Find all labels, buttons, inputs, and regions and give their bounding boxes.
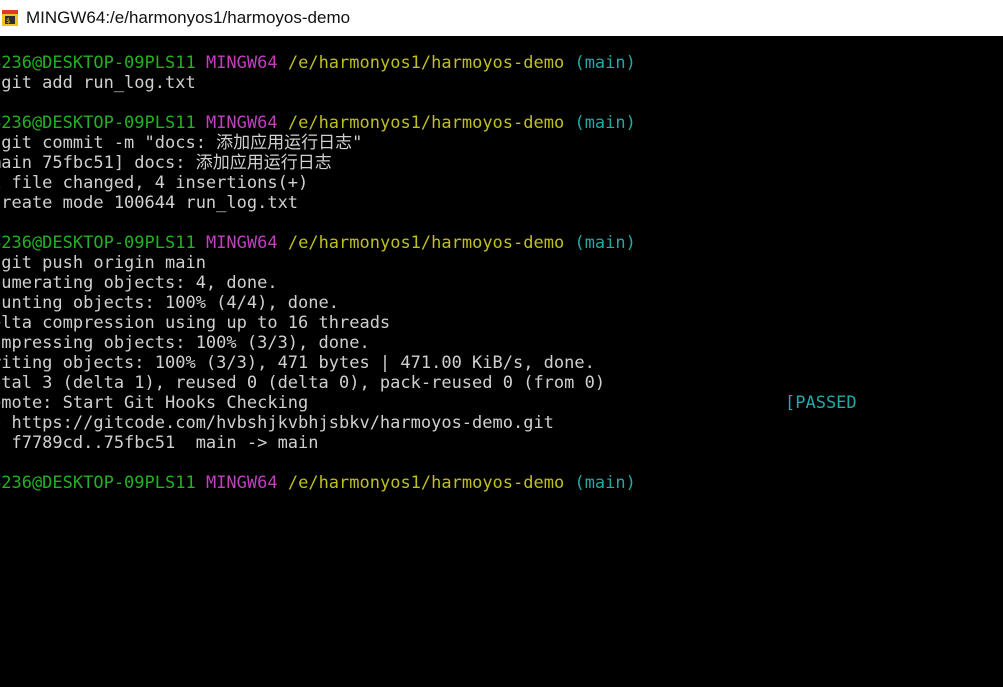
output-line: create mode 100644 run_log.txt [0,193,299,213]
prompt-user-host: 4236@DESKTOP-09PLS11 [0,473,196,493]
prompt-branch: (main) [574,233,636,253]
terminal-window: $ MINGW64:/e/harmonyos1/harmoyos-demo 42… [0,0,1003,687]
prompt-user-host: 4236@DESKTOP-09PLS11 [0,53,196,73]
output-line: 1 file changed, 4 insertions(+) [0,173,309,193]
prompt-path: /e/harmonyos1/harmoyos-demo [287,53,565,73]
output-line: emote: Start Git Hooks Checking [PASSED [0,393,1003,413]
prompt-path: /e/harmonyos1/harmoyos-demo [287,113,565,133]
svg-text:$: $ [6,17,10,25]
output-line: riting objects: 100% (3/3), 471 bytes | … [0,353,595,373]
output-line: f7789cd..75fbc51 main -> main [0,433,319,453]
title-bar[interactable]: $ MINGW64:/e/harmonyos1/harmoyos-demo [0,0,1003,36]
prompt-path: /e/harmonyos1/harmoyos-demo [287,233,565,253]
git-bash-icon: $ [2,10,18,26]
output-line: elta compression using up to 16 threads [0,313,391,333]
command-line: git push origin main [0,253,206,273]
prompt-branch: (main) [574,53,636,73]
command-line: git commit -m "docs: 添加应用运行日志" [0,133,363,153]
prompt-line: 4236@DESKTOP-09PLS11 MINGW64 /e/harmonyo… [0,113,1003,133]
prompt-line: 4236@DESKTOP-09PLS11 MINGW64 /e/harmonyo… [0,473,1003,493]
output-line: otal 3 (delta 1), reused 0 (delta 0), pa… [0,373,606,393]
output-line: numerating objects: 4, done. [0,273,278,293]
output-line: o https://gitcode.com/hvbshjkvbhjsbkv/ha… [0,413,554,433]
terminal-output[interactable]: 4236@DESKTOP-09PLS11 MINGW64 /e/harmonyo… [0,53,1003,687]
output-line: main 75fbc51] docs: 添加应用运行日志 [0,153,332,173]
prompt-line: 4236@DESKTOP-09PLS11 MINGW64 /e/harmonyo… [0,233,1003,253]
prompt-system: MINGW64 [205,473,278,493]
prompt-branch: (main) [574,113,636,133]
prompt-path: /e/harmonyos1/harmoyos-demo [287,473,565,493]
prompt-user-host: 4236@DESKTOP-09PLS11 [0,113,196,133]
prompt-system: MINGW64 [205,113,278,133]
prompt-system: MINGW64 [205,53,278,73]
output-text: emote: Start Git Hooks Checking [0,393,309,413]
output-line: ompressing objects: 100% (3/3), done. [0,333,370,353]
prompt-branch: (main) [574,473,636,493]
command-line: git add run_log.txt [0,73,196,93]
prompt-line: 4236@DESKTOP-09PLS11 MINGW64 /e/harmonyo… [0,53,1003,73]
output-line: ounting objects: 100% (4/4), done. [0,293,339,313]
hook-status: [PASSED [785,393,857,413]
window-title: MINGW64:/e/harmonyos1/harmoyos-demo [26,8,351,27]
prompt-system: MINGW64 [205,233,278,253]
prompt-user-host: 4236@DESKTOP-09PLS11 [0,233,196,253]
